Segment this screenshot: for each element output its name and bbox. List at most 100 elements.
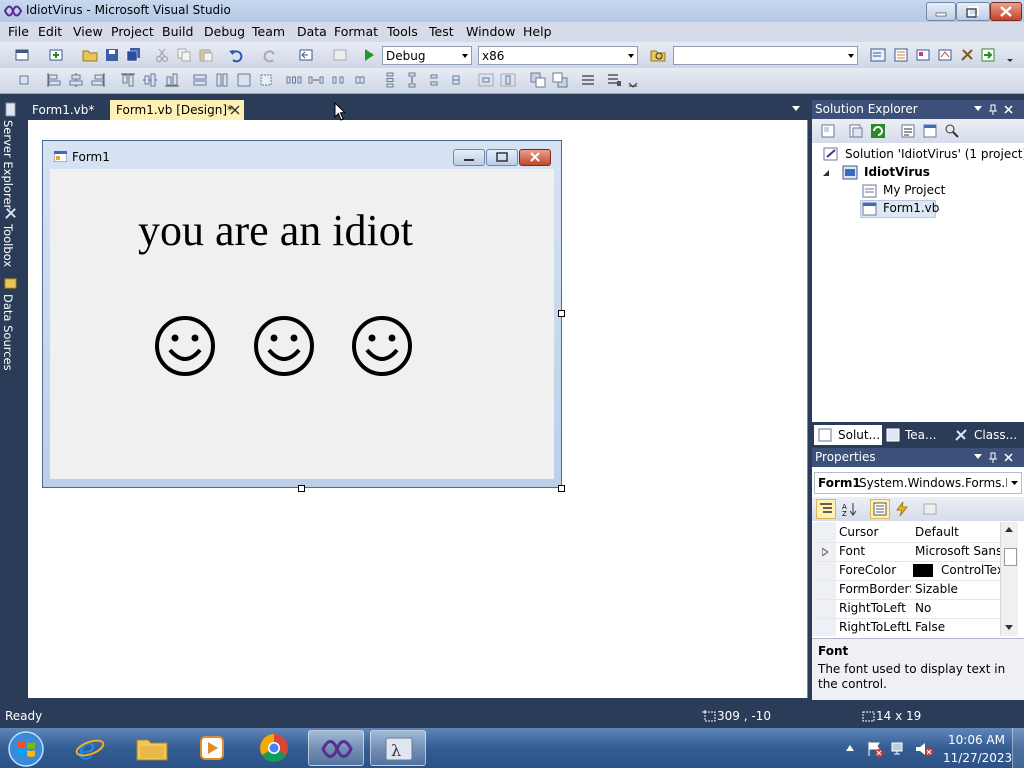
action-center-flag-icon[interactable] [866, 740, 884, 758]
smiley-icon[interactable] [350, 314, 414, 378]
properties-window-icon[interactable] [893, 47, 909, 63]
resize-handle-corner[interactable] [558, 485, 565, 492]
open-file-icon[interactable] [82, 47, 98, 63]
tab-team-explorer[interactable]: Tea... [884, 425, 950, 445]
clock-time[interactable]: 10:06 AM [948, 733, 1005, 747]
form-minimize-button[interactable] [453, 149, 485, 166]
vertical-spacing-equal-icon[interactable] [382, 72, 398, 88]
network-icon[interactable] [890, 740, 908, 758]
toolbar-options-icon[interactable] [626, 74, 642, 90]
menu-project[interactable]: Project [111, 24, 154, 39]
taskbar-chrome[interactable] [246, 730, 302, 766]
menu-debug[interactable]: Debug [204, 24, 245, 39]
increase-vertical-spacing-icon[interactable] [404, 72, 420, 88]
align-centers-icon[interactable] [68, 72, 84, 88]
align-tops-icon[interactable] [120, 72, 136, 88]
menu-view[interactable]: View [73, 24, 103, 39]
remove-vertical-spacing-icon[interactable] [448, 72, 464, 88]
lock-controls-icon[interactable] [606, 72, 622, 88]
tab-class-view[interactable]: Class... [954, 425, 1024, 445]
smiley-icon[interactable] [252, 314, 316, 378]
menu-help[interactable]: Help [523, 24, 552, 39]
new-project-icon[interactable] [14, 47, 30, 63]
minimize-button[interactable] [926, 2, 956, 21]
properties-icon[interactable] [820, 123, 836, 139]
menu-tools[interactable]: Tools [387, 24, 418, 39]
increase-horizontal-spacing-icon[interactable] [308, 72, 324, 88]
copy-icon[interactable] [176, 47, 192, 63]
close-icon[interactable] [1004, 453, 1013, 462]
properties-scrollbar[interactable] [1000, 522, 1018, 636]
smiley-icon[interactable] [153, 314, 217, 378]
resize-handle-right[interactable] [558, 310, 565, 317]
menu-team[interactable]: Team [252, 24, 285, 39]
property-row-forecolor[interactable]: ForeColor ControlTex [812, 561, 1017, 581]
window-position-icon[interactable] [974, 454, 982, 460]
tab-order-icon[interactable] [580, 72, 596, 88]
find-in-files-icon[interactable] [650, 47, 666, 63]
taskbar-media-player[interactable] [184, 730, 240, 766]
property-row-font[interactable]: Font Microsoft Sans S [812, 542, 1017, 562]
events-icon[interactable] [894, 501, 910, 517]
property-row-righttoleft[interactable]: RightToLeft No [812, 599, 1017, 619]
solution-configuration-dropdown[interactable]: Debug [382, 46, 472, 65]
extension-manager-icon[interactable] [959, 47, 975, 63]
refresh-icon[interactable] [870, 123, 886, 139]
save-all-icon[interactable] [126, 47, 142, 63]
menu-window[interactable]: Window [466, 24, 515, 39]
class-diagram-icon[interactable] [944, 123, 960, 139]
taskbar-app-running[interactable]: λ [370, 730, 426, 766]
taskbar-visual-studio[interactable] [308, 730, 364, 766]
navigate-backward-icon[interactable] [298, 47, 314, 63]
show-hidden-icons-icon[interactable] [846, 745, 854, 751]
size-to-grid-icon[interactable] [258, 72, 274, 88]
show-all-files-icon[interactable] [848, 123, 864, 139]
close-tab-icon[interactable] [230, 105, 240, 115]
make-same-height-icon[interactable] [214, 72, 230, 88]
toolbox-icon[interactable] [937, 47, 953, 63]
menu-edit[interactable]: Edit [38, 24, 62, 39]
align-bottoms-icon[interactable] [164, 72, 180, 88]
menu-data[interactable]: Data [297, 24, 327, 39]
close-icon[interactable] [1004, 105, 1013, 114]
idiot-label[interactable]: you are an idiot [138, 205, 413, 256]
remove-horizontal-spacing-icon[interactable] [352, 72, 368, 88]
send-to-back-icon[interactable] [552, 72, 568, 88]
volume-muted-icon[interactable] [914, 740, 934, 758]
decrease-vertical-spacing-icon[interactable] [426, 72, 442, 88]
property-row-formborderstyle[interactable]: FormBorderStSizable [812, 580, 1017, 600]
view-code-icon[interactable] [900, 123, 916, 139]
scrollbar-thumb[interactable] [1004, 548, 1017, 566]
tab-list-dropdown-icon[interactable] [792, 106, 800, 112]
align-middles-icon[interactable] [142, 72, 158, 88]
horizontal-spacing-equal-icon[interactable] [286, 72, 302, 88]
align-rights-icon[interactable] [90, 72, 106, 88]
toolbox-tab[interactable]: Toolbox [1, 224, 15, 267]
form-maximize-button[interactable] [486, 149, 518, 166]
save-icon[interactable] [104, 47, 120, 63]
tab-form1-design[interactable]: Form1.vb [Design]* [110, 100, 244, 120]
alphabetical-icon[interactable]: AZ [841, 501, 857, 517]
navigate-forward-icon[interactable] [332, 47, 348, 63]
collapse-arrow-icon[interactable] [822, 169, 830, 177]
undo-icon[interactable] [228, 47, 244, 63]
center-horizontally-icon[interactable] [478, 72, 494, 88]
close-window-button[interactable] [990, 2, 1022, 21]
expand-arrow-icon[interactable] [822, 548, 828, 556]
windows-start-icon[interactable] [6, 730, 46, 768]
pin-icon[interactable] [988, 452, 998, 463]
start-page-icon[interactable] [980, 47, 996, 63]
show-desktop-button[interactable] [1012, 728, 1024, 768]
menu-test[interactable]: Test [429, 24, 454, 39]
taskbar-internet-explorer[interactable]: e [62, 730, 118, 766]
scroll-down-icon[interactable] [1005, 625, 1013, 630]
view-designer-icon[interactable] [922, 123, 938, 139]
data-sources-tab[interactable]: Data Sources [1, 294, 15, 371]
tab-form1-code[interactable]: Form1.vb* [26, 100, 100, 120]
solution-platform-dropdown[interactable]: x86 [478, 46, 638, 65]
properties-button[interactable] [870, 499, 890, 519]
properties-object-selector[interactable]: Form1 System.Windows.Forms.Fo [814, 472, 1022, 494]
categorized-button[interactable] [816, 499, 836, 519]
tree-item-form1[interactable]: Form1.vb [883, 201, 939, 215]
add-item-icon[interactable] [48, 47, 64, 63]
